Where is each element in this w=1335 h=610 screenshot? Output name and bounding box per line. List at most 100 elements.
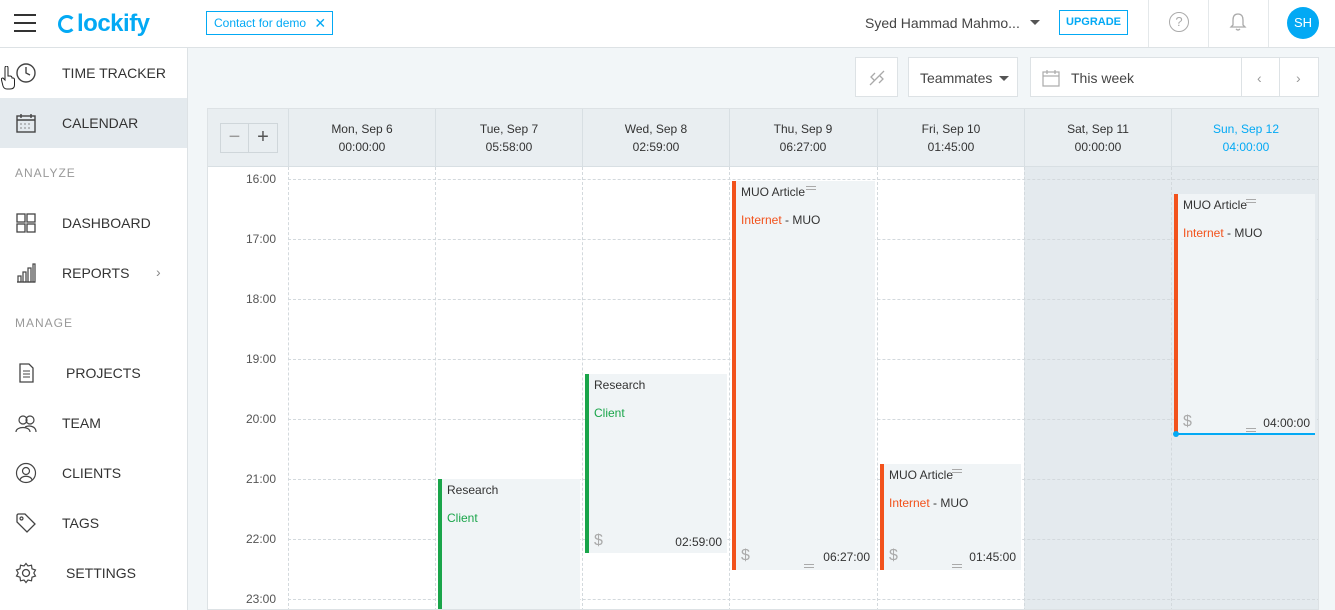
- billable-icon[interactable]: $: [594, 532, 603, 550]
- billable-icon[interactable]: $: [741, 547, 750, 565]
- day-header[interactable]: Mon, Sep 6 00:00:00: [288, 109, 435, 167]
- day-header[interactable]: Fri, Sep 10 01:45:00: [877, 109, 1024, 167]
- sidebar-item-projects[interactable]: PROJECTS: [0, 348, 187, 398]
- sidebar-item-label: TIME TRACKER: [62, 65, 166, 81]
- entry-project: Internet: [889, 496, 930, 510]
- column-divider: [582, 167, 583, 609]
- hour-label: 20:00: [246, 412, 277, 426]
- entry-project: Client: [594, 406, 625, 420]
- sidebar-item-reports[interactable]: REPORTS ›: [0, 248, 187, 298]
- upgrade-button[interactable]: UPGRADE: [1059, 10, 1129, 35]
- divider: [1268, 0, 1269, 47]
- sidebar-item-tags[interactable]: TAGS: [0, 498, 187, 548]
- time-entry[interactable]: Research Client $ 02:59:00: [585, 374, 727, 553]
- chevron-down-icon[interactable]: [1030, 20, 1040, 25]
- hour-label: 23:00: [246, 592, 277, 606]
- sidebar-item-time-tracker[interactable]: TIME TRACKER: [0, 48, 187, 98]
- zoom-out-button[interactable]: −: [221, 124, 249, 152]
- dashboard-icon: [16, 213, 36, 233]
- drag-handle-icon[interactable]: [1246, 199, 1256, 203]
- column-divider: [729, 167, 730, 609]
- day-date: Thu, Sep 9: [773, 122, 833, 136]
- user-name-dropdown[interactable]: Syed Hammad Mahmo...: [865, 15, 1020, 31]
- chevron-left-icon: ‹: [1257, 70, 1262, 86]
- hour-label: 16:00: [246, 172, 277, 186]
- help-icon[interactable]: ?: [1169, 12, 1189, 32]
- hour-label: 18:00: [246, 292, 277, 306]
- next-week-button[interactable]: ›: [1279, 57, 1319, 97]
- time-entry[interactable]: MUO Article Internet - MUO $ 01:45:00: [880, 464, 1021, 570]
- teammates-dropdown[interactable]: Teammates: [908, 57, 1018, 97]
- resize-handle-icon[interactable]: [952, 564, 962, 568]
- day-header-today[interactable]: Sun, Sep 12 04:00:00: [1171, 109, 1318, 167]
- sync-calendar-button[interactable]: [855, 57, 898, 97]
- day-date: Sun, Sep 12: [1212, 122, 1280, 136]
- time-entry[interactable]: Research Client: [438, 479, 580, 609]
- close-icon[interactable]: ✕: [314, 12, 326, 34]
- divider: [1208, 0, 1209, 47]
- day-total: 02:59:00: [632, 140, 680, 154]
- projects-icon: [19, 363, 34, 383]
- date-range-picker[interactable]: This week: [1030, 57, 1242, 97]
- avatar[interactable]: SH: [1287, 7, 1319, 39]
- resize-handle-icon[interactable]: [804, 564, 814, 568]
- entry-project: Internet: [1183, 226, 1224, 240]
- day-total: 06:27:00: [779, 140, 827, 154]
- entry-color-bar: [585, 374, 589, 553]
- gear-icon: [15, 562, 37, 584]
- sidebar-item-dashboard[interactable]: DASHBOARD: [0, 198, 187, 248]
- sidebar-item-label: DASHBOARD: [62, 215, 151, 231]
- time-entry[interactable]: MUO Article Internet - MUO $ 06:27:00: [732, 181, 875, 570]
- clients-icon: [15, 462, 37, 484]
- billable-icon[interactable]: $: [1183, 413, 1192, 431]
- sidebar-item-label: SETTINGS: [66, 565, 137, 581]
- sync-icon: [869, 70, 885, 86]
- hour-label: 17:00: [246, 232, 277, 246]
- entry-duration: 04:00:00: [1263, 416, 1310, 430]
- entry-description: MUO Article: [741, 185, 806, 199]
- bell-icon[interactable]: [1229, 12, 1247, 32]
- entry-project: Internet: [741, 213, 782, 227]
- zoom-in-button[interactable]: +: [249, 124, 277, 152]
- clockify-logo[interactable]: lockify: [58, 10, 150, 38]
- day-header[interactable]: Sat, Sep 11 00:00:00: [1024, 109, 1171, 167]
- entry-color-bar: [1174, 194, 1178, 433]
- hour-label: 22:00: [246, 532, 277, 546]
- sidebar-item-label: REPORTS: [62, 265, 130, 281]
- entry-duration: 02:59:00: [675, 535, 722, 549]
- clock-icon: [16, 63, 36, 83]
- day-total: 04:00:00: [1222, 140, 1270, 154]
- entry-color-bar: [732, 181, 736, 570]
- calendar-grid: − + Mon, Sep 6 00:00:00 Tue, Sep 7 05:58:0…: [207, 108, 1319, 610]
- column-divider: [1024, 167, 1025, 609]
- prev-week-button[interactable]: ‹: [1241, 57, 1280, 97]
- sidebar-item-label: PROJECTS: [66, 365, 141, 381]
- calendar-header: − + Mon, Sep 6 00:00:00 Tue, Sep 7 05:58:0…: [208, 109, 1318, 167]
- demo-badge-label: Contact for demo: [214, 16, 307, 30]
- day-header[interactable]: Tue, Sep 7 05:58:00: [435, 109, 582, 167]
- top-bar: lockify Contact for demo ✕ Syed Hammad M…: [0, 0, 1335, 48]
- drag-handle-icon[interactable]: [952, 469, 962, 473]
- hand-cursor-icon: [1, 66, 15, 90]
- hour-label: 19:00: [246, 352, 277, 366]
- day-date: Sat, Sep 11: [1067, 122, 1129, 136]
- sidebar-item-team[interactable]: TEAM: [0, 398, 187, 448]
- contact-demo-badge[interactable]: Contact for demo ✕: [206, 11, 334, 35]
- billable-icon[interactable]: $: [889, 547, 898, 565]
- entry-color-bar: [880, 464, 884, 570]
- day-total: 01:45:00: [927, 140, 975, 154]
- time-entry[interactable]: MUO Article Internet - MUO $ 04:00:00: [1173, 194, 1315, 437]
- sidebar-item-clients[interactable]: CLIENTS: [0, 448, 187, 498]
- chevron-right-icon: ›: [1296, 70, 1301, 86]
- day-header[interactable]: Thu, Sep 9 06:27:00: [729, 109, 876, 167]
- day-header[interactable]: Wed, Sep 8 02:59:00: [582, 109, 729, 167]
- team-icon: [15, 415, 37, 433]
- hamburger-menu-icon[interactable]: [14, 14, 36, 32]
- resize-handle-icon[interactable]: [1246, 428, 1256, 432]
- zoom-control: − +: [220, 123, 278, 153]
- sidebar-item-calendar[interactable]: CALENDAR: [0, 98, 187, 148]
- hour-label: 21:00: [246, 472, 277, 486]
- drag-handle-icon[interactable]: [806, 186, 816, 190]
- sidebar-item-settings[interactable]: SETTINGS: [0, 548, 187, 598]
- chevron-right-icon: ›: [156, 264, 161, 280]
